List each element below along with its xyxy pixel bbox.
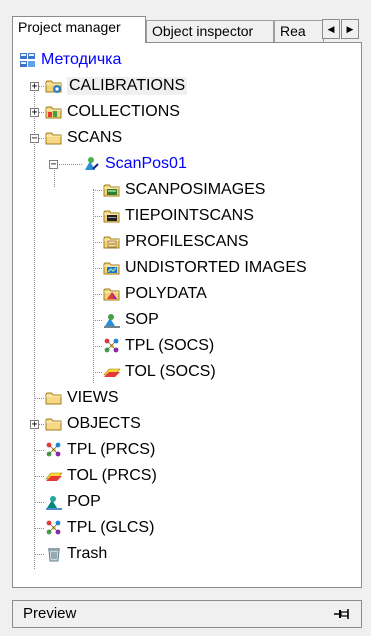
folder-icon <box>45 129 63 147</box>
preview-panel: Preview <box>12 600 362 628</box>
tree-node[interactable]: TPL (GLCS) <box>45 515 154 541</box>
tree-node[interactable]: SOP <box>103 307 159 333</box>
pop-icon <box>45 493 63 511</box>
tab-label: Object inspector <box>152 23 254 39</box>
tree-connector <box>93 372 102 373</box>
tab-scroll-right-button[interactable]: ▶ <box>341 19 359 39</box>
tree-node-label: UNDISTORTED IMAGES <box>125 259 307 276</box>
tree-node[interactable]: VIEWS <box>45 385 119 411</box>
undistorted-images-folder-icon <box>103 259 121 277</box>
polydata-folder-icon <box>103 285 121 303</box>
tree-node-label: SOP <box>125 311 159 328</box>
tree-node-label: POP <box>67 493 101 510</box>
tree-node-label: Trash <box>67 545 108 562</box>
triangle-left-icon: ◀ <box>327 24 335 34</box>
tree-connector <box>93 346 102 347</box>
tab-label: Rea <box>280 23 306 39</box>
tree-node-label: TPL (SOCS) <box>125 337 215 354</box>
tree-connector <box>93 268 102 269</box>
scanpos-icon <box>83 155 101 173</box>
tree-node[interactable]: Trash <box>45 541 107 567</box>
tree-node[interactable]: SCANS <box>45 125 122 151</box>
tree-node[interactable]: ScanPos01 <box>83 151 187 177</box>
sop-icon <box>103 311 121 329</box>
tree-connector <box>93 320 102 321</box>
tree-node[interactable]: PROFILESCANS <box>103 229 249 255</box>
tree-connector <box>54 164 82 165</box>
tree-node-label: COLLECTIONS <box>67 103 180 120</box>
tree-connector <box>34 398 44 399</box>
tree-node-label: TPL (PRCS) <box>67 441 156 458</box>
collapse-minus-icon[interactable]: − <box>30 134 39 144</box>
tree-node-label: TPL (GLCS) <box>67 519 155 536</box>
tree-connector <box>93 189 94 383</box>
tiepointscans-folder-icon <box>103 207 121 225</box>
tree-node-label: TOL (PRCS) <box>67 467 157 484</box>
tab-strip: Project manager Object inspector Rea ◀ ▶ <box>0 12 371 43</box>
tiepoint-list-icon <box>45 519 63 537</box>
tree-node-label: VIEWS <box>67 389 119 406</box>
tree-node[interactable]: POP <box>45 489 101 515</box>
preview-label: Preview <box>23 605 77 622</box>
tree-connector <box>34 554 44 555</box>
tree-node[interactable]: POLYDATA <box>103 281 207 307</box>
tree-node-label: OBJECTS <box>67 415 141 432</box>
tree-node[interactable]: COLLECTIONS <box>45 99 180 125</box>
profilescans-folder-icon <box>103 233 121 251</box>
expand-plus-icon[interactable]: + <box>30 420 39 430</box>
expand-plus-icon[interactable]: + <box>30 82 39 92</box>
tree-connector <box>34 85 35 569</box>
collections-folder-icon <box>45 103 63 121</box>
tree-node[interactable]: TOL (PRCS) <box>45 463 157 489</box>
tab-label: Project manager <box>18 19 121 35</box>
tree-node-label: ScanPos01 <box>105 155 187 172</box>
tree-connector <box>34 528 44 529</box>
tree-node-label: TIEPOINTSCANS <box>125 207 254 224</box>
tree-node[interactable]: UNDISTORTED IMAGES <box>103 255 307 281</box>
tiepoint-object-icon <box>103 363 121 381</box>
tree-connector <box>34 502 44 503</box>
tab-project-manager[interactable]: Project manager <box>12 16 146 43</box>
collapse-minus-icon[interactable]: − <box>49 160 58 170</box>
expand-plus-icon[interactable]: + <box>30 108 39 118</box>
folder-icon <box>45 389 63 407</box>
pin-icon[interactable] <box>333 606 351 622</box>
tree-node-label: CALIBRATIONS <box>67 77 188 95</box>
tree-node[interactable]: TIEPOINTSCANS <box>103 203 254 229</box>
tab-object-inspector[interactable]: Object inspector <box>146 20 274 42</box>
tree-node-label: POLYDATA <box>125 285 207 302</box>
tree-node-label: Методичка <box>41 51 122 68</box>
tree-connector <box>93 216 102 217</box>
tree-node-label: PROFILESCANS <box>125 233 249 250</box>
tree-connector <box>93 190 102 191</box>
trash-icon <box>45 545 63 563</box>
tree-connector <box>93 242 102 243</box>
triangle-right-icon: ▶ <box>346 24 354 34</box>
tree-node[interactable]: SCANPOSIMAGES <box>103 177 265 203</box>
tree-node[interactable]: OBJECTS <box>45 411 141 437</box>
tree-node-label: SCANPOSIMAGES <box>125 181 266 198</box>
calibrations-folder-icon <box>45 77 63 95</box>
tree-connector <box>34 476 44 477</box>
tree-connector <box>93 294 102 295</box>
tiepoint-list-icon <box>45 441 63 459</box>
folder-icon <box>45 415 63 433</box>
project-tree[interactable]: Методичка + CALIBRATIONS + COLLECTIONS − SCANS… <box>12 42 362 588</box>
project-icon <box>19 51 37 69</box>
tree-node[interactable]: TPL (SOCS) <box>103 333 214 359</box>
tree-connector <box>34 450 44 451</box>
tiepoint-object-icon <box>45 467 63 485</box>
tab-rea[interactable]: Rea <box>274 20 324 42</box>
tree-node[interactable]: Методичка <box>19 47 121 73</box>
tab-scroll-left-button[interactable]: ◀ <box>322 19 340 39</box>
tree-node[interactable]: TPL (PRCS) <box>45 437 155 463</box>
tree-node[interactable]: TOL (SOCS) <box>103 359 216 385</box>
tree-node-label: TOL (SOCS) <box>125 363 216 380</box>
scanposimages-folder-icon <box>103 181 121 199</box>
tiepoint-list-icon <box>103 337 121 355</box>
tree-node[interactable]: CALIBRATIONS <box>45 73 188 99</box>
tree-node-label: SCANS <box>67 129 123 146</box>
